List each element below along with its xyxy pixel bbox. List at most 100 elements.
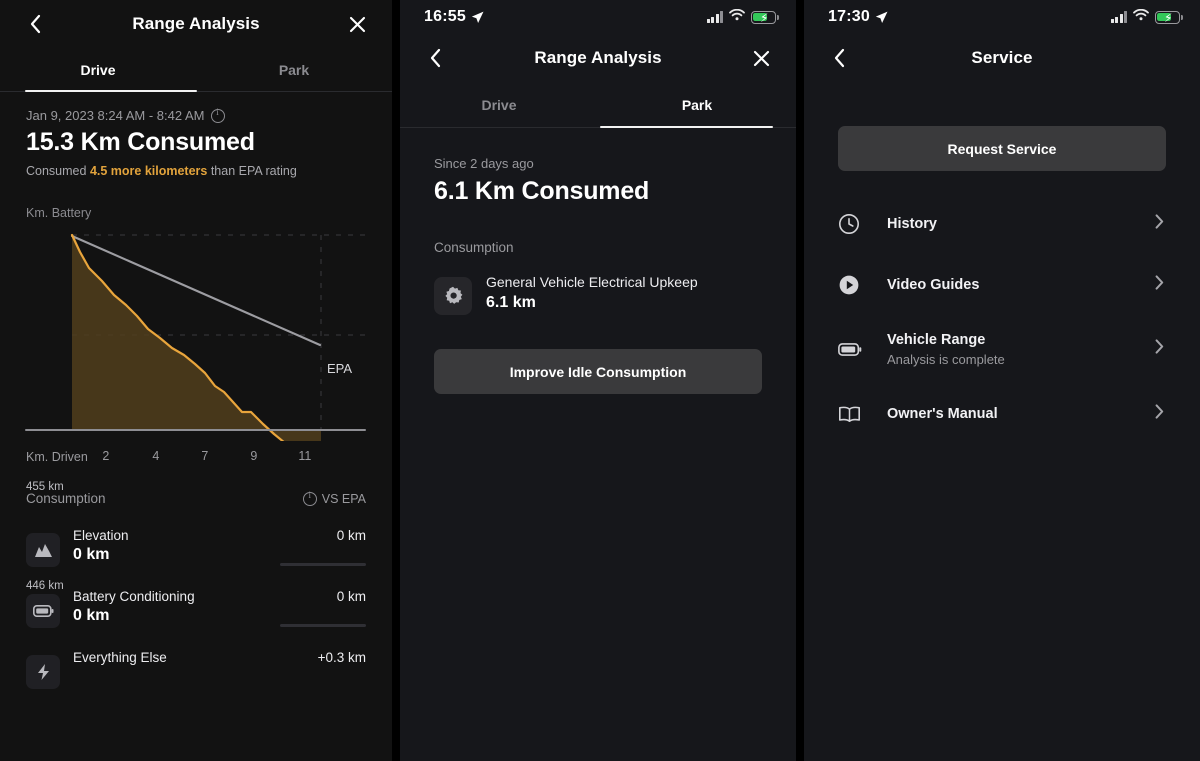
consumption-row-elevation[interactable]: Elevation 0 km 0 km <box>26 528 366 567</box>
location-arrow-icon <box>875 11 888 24</box>
vs-epa-label: VS EPA <box>321 491 366 506</box>
range-analysis-park-screen: 16:55 ⚡ Range Analysis Drive Park Since … <box>400 0 796 761</box>
consumption-title: Consumption <box>434 240 514 255</box>
tab-drive[interactable]: Drive <box>0 48 196 92</box>
row-value: 6.1 km <box>486 294 536 311</box>
back-button[interactable] <box>422 45 448 71</box>
x-tick-group: 2 4 7 9 11 <box>88 449 366 465</box>
consumption-row-text: Battery Conditioning 0 km <box>73 589 280 625</box>
service-item-vehicle-range[interactable]: Vehicle Range Analysis is complete <box>838 315 1166 383</box>
row-right-value: 0 km <box>336 528 366 543</box>
battery-charging-icon: ⚡ <box>1155 10 1183 25</box>
epa-comparison-note: Consumed 4.5 more kilometers than EPA ra… <box>26 164 366 178</box>
park-body: Since 2 days ago 6.1 Km Consumed Consump… <box>400 156 796 394</box>
service-status-bar: 17:30 ⚡ <box>804 0 1200 34</box>
since-label: Since 2 days ago <box>434 156 534 171</box>
service-screen: 17:30 ⚡ Service Request Service History … <box>804 0 1200 761</box>
note-suffix: than EPA rating <box>207 164 297 178</box>
tab-park[interactable]: Park <box>196 48 392 92</box>
service-item-label: Vehicle Range Analysis is complete <box>887 331 1155 367</box>
consumption-row-right: 0 km <box>280 589 366 627</box>
chevron-right-icon <box>1155 274 1166 295</box>
consumed-headline: 15.3 Km Consumed <box>26 128 255 156</box>
row-right-value: +0.3 km <box>317 650 366 665</box>
location-arrow-icon <box>471 11 484 24</box>
drive-park-tabs: Drive Park <box>400 82 796 128</box>
drive-navbar: Range Analysis <box>0 0 392 48</box>
battery-charging-icon: ⚡ <box>751 10 779 25</box>
x-tick-4: 4 <box>152 449 160 463</box>
charging-bolt-icon: ⚡ <box>1164 10 1173 25</box>
consumption-row-battery-conditioning[interactable]: Battery Conditioning 0 km 0 km <box>26 589 366 628</box>
mountain-icon <box>26 533 60 567</box>
x-tick-7: 7 <box>201 449 209 463</box>
range-chart: 455 km 446 km <box>0 226 392 592</box>
drive-park-tabs: Drive Park <box>0 48 392 92</box>
service-item-label: Video Guides <box>887 276 1155 294</box>
panel-divider-1 <box>392 0 400 761</box>
chart-area-fill-lower <box>72 235 321 441</box>
y-tick-455: 455 km <box>26 481 64 493</box>
charging-bolt-icon: ⚡ <box>760 10 769 25</box>
cellular-signal-icon <box>1110 11 1127 23</box>
park-navbar: Range Analysis <box>400 34 796 82</box>
item-title: Video Guides <box>887 276 980 293</box>
service-item-label: Owner's Manual <box>887 405 1155 423</box>
range-chart-svg <box>25 233 368 441</box>
x-tick-11: 11 <box>298 449 312 463</box>
service-item-history[interactable]: History <box>838 193 1166 254</box>
consumption-title: Consumption <box>26 491 106 506</box>
vs-epa-toggle[interactable]: VS EPA <box>302 490 366 506</box>
x-axis-label: Km. Driven <box>26 450 88 464</box>
chart-y-axis-title: Km. Battery <box>26 206 92 220</box>
close-button[interactable] <box>344 11 370 37</box>
back-button[interactable] <box>22 11 48 37</box>
status-time-group: 16:55 <box>424 8 484 26</box>
row-value: 0 km <box>73 546 110 563</box>
note-highlight: 4.5 more kilometers <box>89 164 208 178</box>
consumed-headline: 6.1 Km Consumed <box>434 177 650 205</box>
chevron-right-icon <box>1155 403 1166 424</box>
service-item-label: History <box>887 215 1155 233</box>
gear-icon <box>434 277 472 315</box>
item-subtitle: Analysis is complete <box>887 352 1005 367</box>
status-time-group: 17:30 <box>828 8 888 26</box>
close-button[interactable] <box>748 45 774 71</box>
vs-epa-info-icon <box>302 490 317 506</box>
consumption-row-right: 0 km <box>280 528 366 566</box>
tab-active-underline <box>600 125 773 128</box>
row-progress-bar <box>280 624 366 627</box>
battery-icon <box>838 342 868 356</box>
bolt-icon <box>26 655 60 689</box>
wifi-icon <box>1133 8 1149 26</box>
drive-summary: Jan 9, 2023 8:24 AM - 8:42 AM 15.3 Km Co… <box>0 107 392 220</box>
tab-drive[interactable]: Drive <box>400 82 598 128</box>
row-name: Everything Else <box>73 650 167 665</box>
cellular-signal-icon <box>706 11 723 23</box>
consumption-row-upkeep[interactable]: General Vehicle Electrical Upkeep 6.1 km <box>434 274 762 315</box>
service-menu: History Video Guides Vehicle Range Analy… <box>838 193 1166 444</box>
chevron-right-icon <box>1155 339 1166 359</box>
request-service-button[interactable]: Request Service <box>838 126 1166 171</box>
y-tick-446: 446 km <box>26 580 64 592</box>
service-item-video-guides[interactable]: Video Guides <box>838 254 1166 315</box>
info-icon[interactable] <box>210 107 225 123</box>
consumption-row-right: +0.3 km <box>280 650 366 665</box>
consumption-row-text: Elevation 0 km <box>73 528 280 564</box>
row-right-value: 0 km <box>336 589 366 604</box>
consumption-row-text: General Vehicle Electrical Upkeep 6.1 km <box>486 274 698 312</box>
consumption-row-everything-else[interactable]: Everything Else +0.3 km <box>26 650 366 689</box>
book-icon <box>838 405 868 423</box>
tab-park[interactable]: Park <box>598 82 796 128</box>
chevron-right-icon <box>1155 213 1166 234</box>
status-time: 17:30 <box>828 8 870 25</box>
note-prefix: Consumed <box>26 164 90 178</box>
status-indicators: ⚡ <box>706 8 779 26</box>
service-item-owners-manual[interactable]: Owner's Manual <box>838 383 1166 444</box>
date-range-row: Jan 9, 2023 8:24 AM - 8:42 AM <box>26 107 366 123</box>
service-body: Request Service History Video Guides Veh… <box>804 126 1200 444</box>
improve-idle-consumption-button[interactable]: Improve Idle Consumption <box>434 349 762 394</box>
clock-icon <box>838 213 868 235</box>
page-title: Range Analysis <box>534 48 662 67</box>
back-button[interactable] <box>826 45 852 71</box>
